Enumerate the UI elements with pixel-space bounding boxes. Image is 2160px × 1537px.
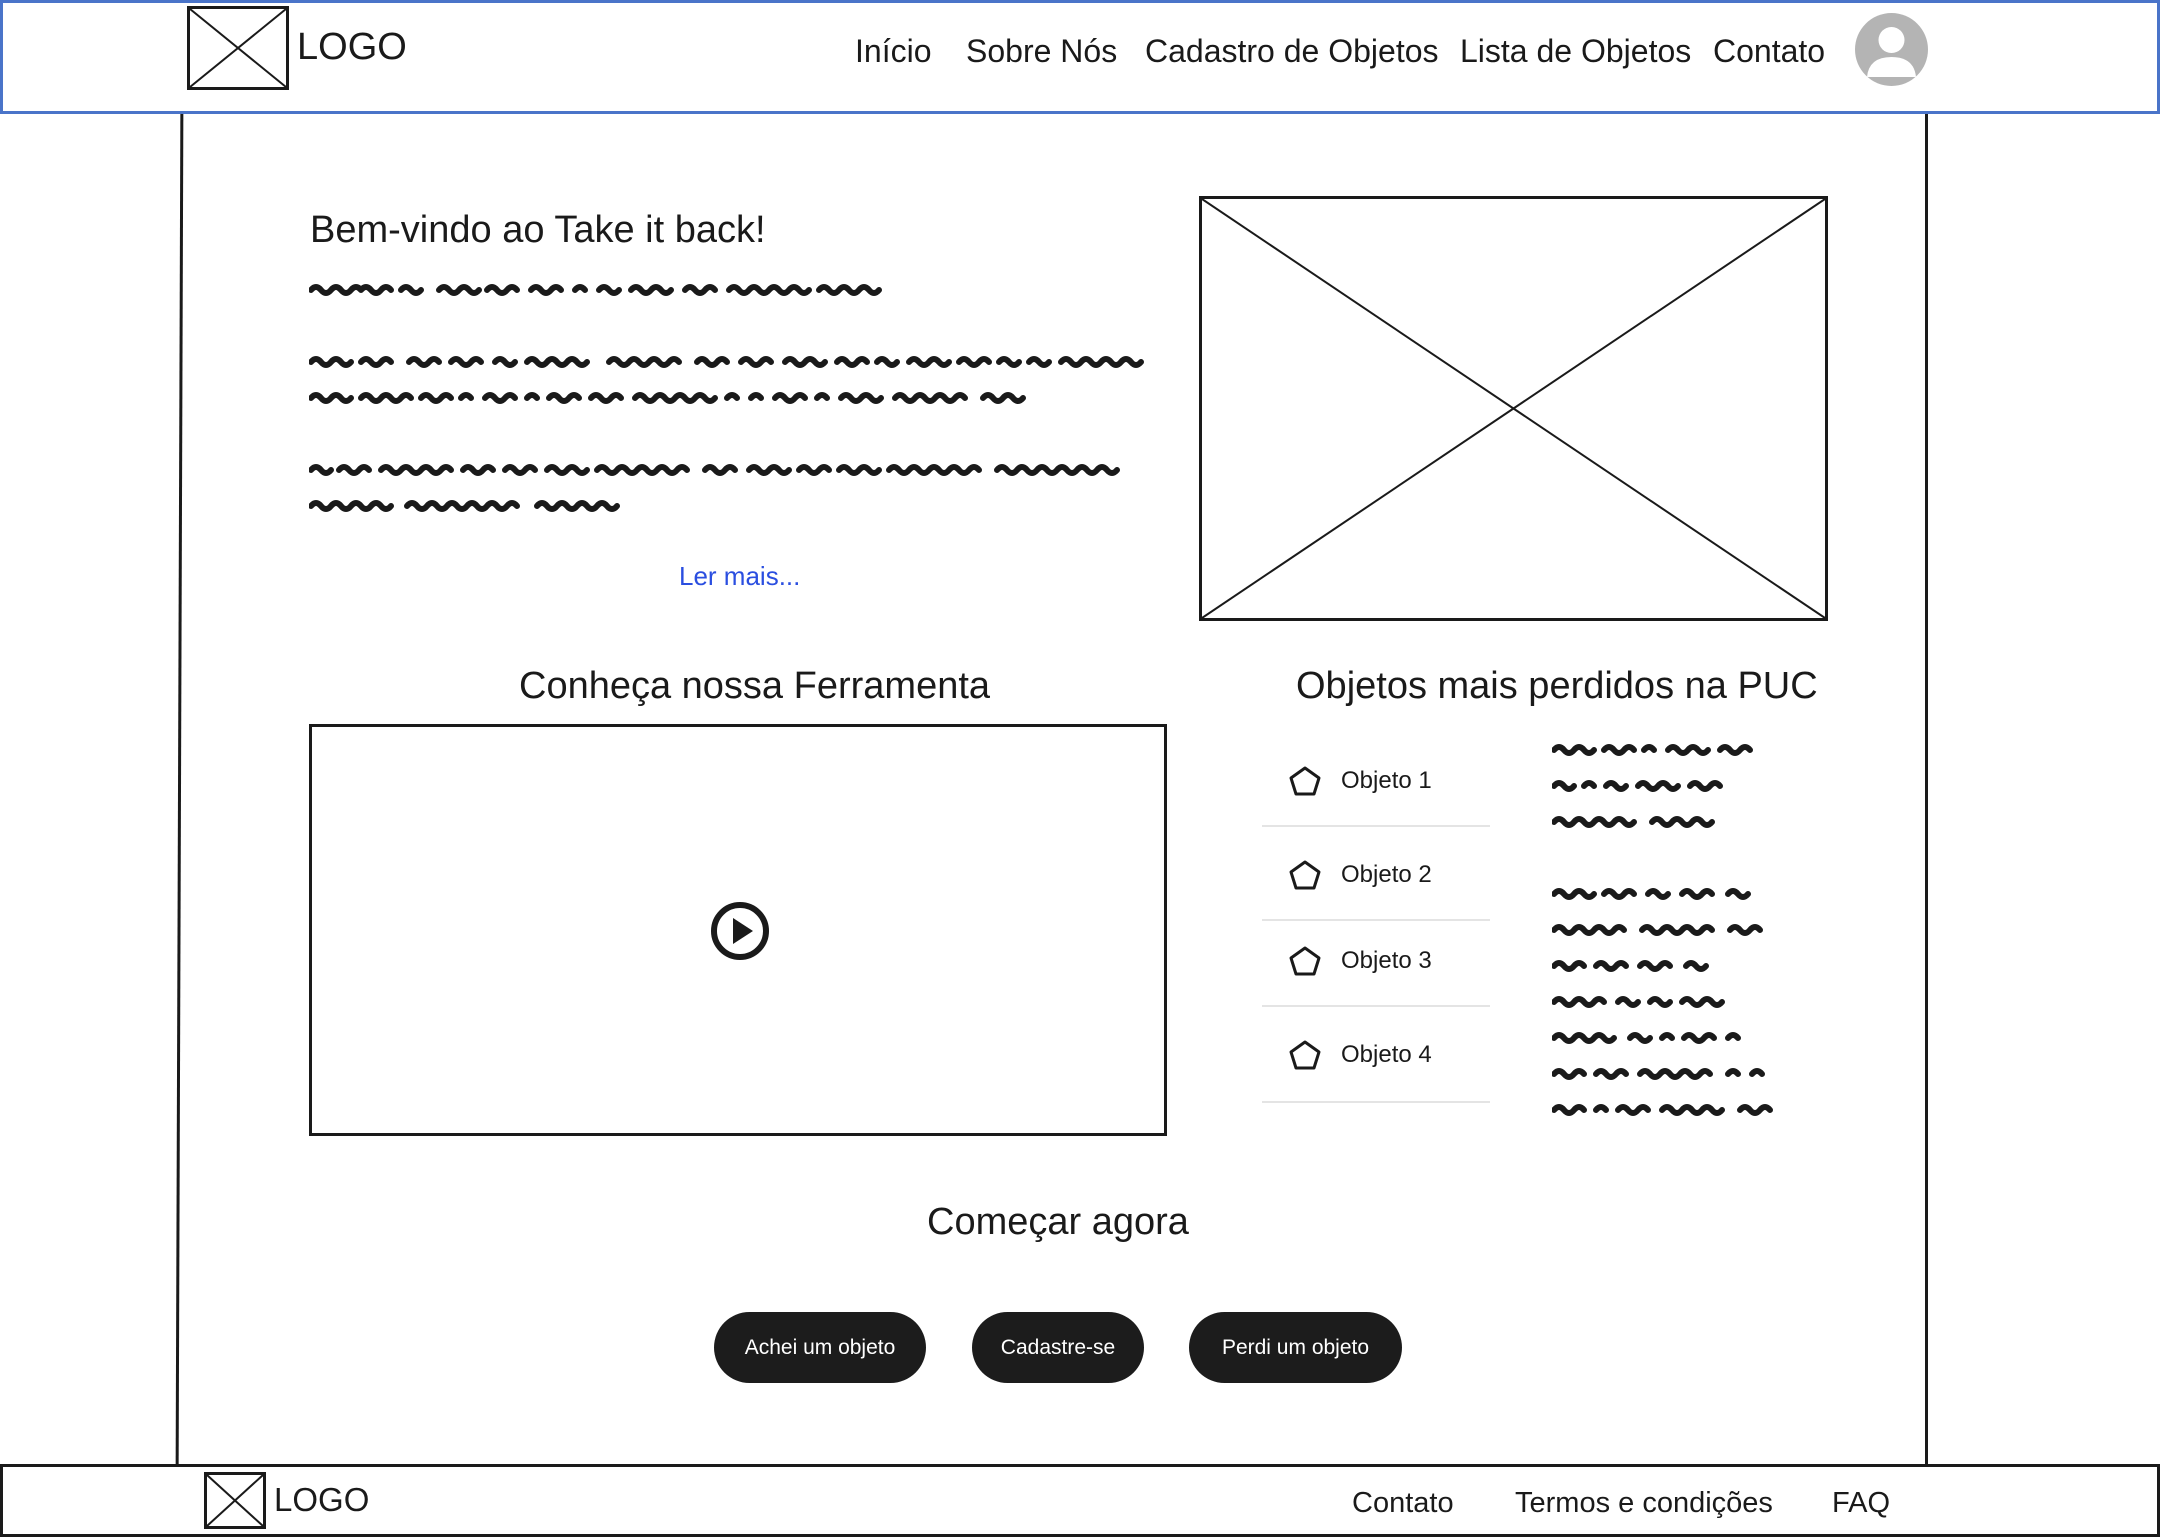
lost-objects-description-1-placeholder (1552, 744, 1753, 828)
video-player[interactable] (309, 724, 1167, 1136)
list-item-objeto-2[interactable]: Objeto 2 (1262, 827, 1490, 921)
cta-section-title: Começar agora (927, 1201, 1189, 1243)
hero-title: Bem-vindo ao Take it back! (310, 209, 766, 251)
found-object-button[interactable]: Achei um objeto (714, 1312, 926, 1383)
play-icon[interactable] (710, 901, 770, 961)
nav-item-inicio[interactable]: Início (855, 33, 931, 70)
lost-objects-description-2-placeholder (1552, 888, 1773, 1116)
lost-object-button[interactable]: Perdi um objeto (1189, 1312, 1402, 1383)
list-item-label: Objeto 4 (1341, 1041, 1432, 1068)
nav-item-sobre-nos[interactable]: Sobre Nós (966, 33, 1117, 70)
footer: LOGO Contato Termos e condições FAQ (0, 1464, 2160, 1537)
page-frame-right-line (1925, 114, 1928, 1464)
hero-paragraph-2-placeholder (309, 356, 1144, 404)
pentagon-icon (1289, 1040, 1321, 1070)
pentagon-icon (1289, 860, 1321, 890)
hero-image-placeholder (1199, 196, 1828, 621)
lost-objects-section-title: Objetos mais perdidos na PUC (1296, 665, 1818, 707)
logo-placeholder-icon[interactable] (187, 6, 289, 90)
list-item-objeto-1[interactable]: Objeto 1 (1262, 733, 1490, 827)
footer-logo-text[interactable]: LOGO (274, 1481, 369, 1519)
nav-item-contato[interactable]: Contato (1713, 33, 1825, 70)
nav-item-lista-de-objetos[interactable]: Lista de Objetos (1460, 33, 1691, 70)
hero-paragraph-3-placeholder (309, 464, 1120, 512)
footer-link-termos[interactable]: Termos e condições (1515, 1487, 1773, 1520)
pentagon-icon (1289, 946, 1321, 976)
hero-paragraph-1-placeholder (309, 284, 882, 296)
read-more-link[interactable]: Ler mais... (679, 561, 800, 592)
sign-up-button[interactable]: Cadastre-se (972, 1312, 1144, 1383)
footer-logo-placeholder-icon[interactable] (204, 1472, 266, 1529)
list-item-objeto-3[interactable]: Objeto 3 (1262, 913, 1490, 1007)
footer-link-contato[interactable]: Contato (1352, 1487, 1454, 1520)
tool-section-title: Conheça nossa Ferramenta (519, 665, 991, 707)
top-navbar: LOGO Início Sobre Nós Cadastro de Objeto… (0, 0, 2160, 114)
list-item-label: Objeto 2 (1341, 861, 1432, 888)
header-logo-text[interactable]: LOGO (297, 26, 407, 69)
list-item-objeto-4[interactable]: Objeto 4 (1262, 1007, 1490, 1103)
user-avatar-icon[interactable] (1855, 13, 1928, 86)
pentagon-icon (1289, 766, 1321, 796)
nav-item-cadastro-de-objetos[interactable]: Cadastro de Objetos (1145, 33, 1439, 70)
page-frame-left-line (175, 114, 184, 1464)
list-item-label: Objeto 1 (1341, 767, 1432, 794)
list-item-label: Objeto 3 (1341, 947, 1432, 974)
footer-link-faq[interactable]: FAQ (1832, 1487, 1890, 1520)
